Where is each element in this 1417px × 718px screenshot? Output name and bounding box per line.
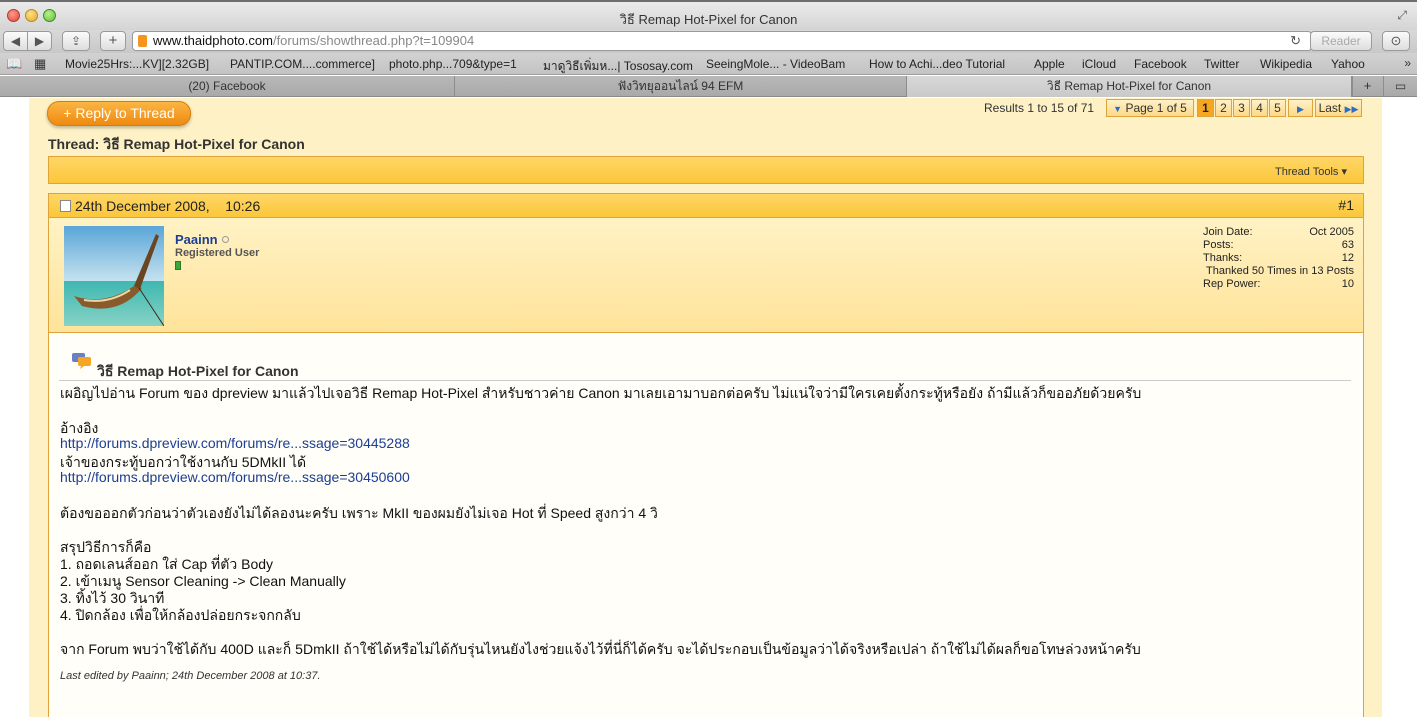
plus-icon: + <box>108 32 118 49</box>
forward-button[interactable]: ▶ <box>27 31 52 51</box>
stat-value: 12 <box>1341 252 1354 264</box>
title-divider <box>59 380 1351 381</box>
bookmark-item[interactable]: Movie25Hrs:...KV][2.32GB] <box>65 57 209 71</box>
thread-tools-menu[interactable]: Thread Tools ▾ <box>1275 165 1347 178</box>
post-text-line: เผอิญไปอ่าน Forum ของ dpreview มาแล้วไปเ… <box>60 385 1142 401</box>
page-link[interactable]: 4 <box>1251 99 1268 117</box>
forward-icon: ▶ <box>34 34 45 48</box>
user-stats: Join Date: Oct 2005 Posts: 63 Thanks: 12… <box>1203 226 1354 291</box>
stat-value: Oct 2005 <box>1309 226 1354 238</box>
post-date: 24th December 2008, 10:26 <box>75 198 260 214</box>
last-edited-note: Last edited by Paainn; 24th December 200… <box>60 670 321 682</box>
url-path: /forums/showthread.php?t=109904 <box>272 33 475 48</box>
thread-title: Thread: วิธี Remap Hot-Pixel for Canon <box>48 136 305 152</box>
fullscreen-icon[interactable]: ⤢ <box>1397 8 1407 23</box>
next-page-button[interactable]: ▶ <box>1288 99 1313 117</box>
more-bookmarks-icon[interactable]: » <box>1404 56 1411 70</box>
bookmark-item[interactable]: Twitter <box>1204 57 1239 71</box>
back-button[interactable]: ◀ <box>3 31 28 51</box>
grid-icon[interactable]: ▦ <box>34 56 46 72</box>
results-count: Results 1 to 15 of 71 <box>984 101 1095 115</box>
new-tab-button[interactable]: + <box>100 31 126 51</box>
post-text-line: จาก Forum พบว่าใช้ได้กับ 400D และก็ 5Dmk… <box>60 641 1141 657</box>
bookmark-item[interactable]: Yahoo <box>1331 57 1365 71</box>
post-text-line: 4. ปิดกล้อง เพื่อให้กล้องปล่อยกระจกกลับ <box>60 607 301 623</box>
stat-value: 63 <box>1341 239 1354 251</box>
bookmark-item[interactable]: iCloud <box>1082 57 1116 71</box>
post-speech-bubble-icon <box>72 353 91 369</box>
page-link-current[interactable]: 1 <box>1197 99 1214 117</box>
stat-label: Posts: <box>1203 239 1234 251</box>
post-time-text: 10:26 <box>225 198 261 214</box>
share-button[interactable]: ⇪ <box>62 31 90 51</box>
username-link[interactable]: Paainn <box>175 232 218 247</box>
avatar[interactable] <box>64 226 164 326</box>
bookmarks-bar: 📖 ▦ Movie25Hrs:...KV][2.32GB] PANTIP.COM… <box>0 53 1417 75</box>
last-page-label: Last <box>1318 101 1342 115</box>
download-icon: ⊙ <box>1390 33 1402 48</box>
back-icon: ◀ <box>10 34 21 48</box>
bookmark-item[interactable]: photo.php...709&type=1 <box>389 57 517 71</box>
tab-overview-icon[interactable]: ▭ <box>1383 76 1417 97</box>
user-info-box: Paainn Registered User Join Date: Oct 20… <box>49 218 1363 333</box>
page-link[interactable]: 2 <box>1215 99 1232 117</box>
double-arrow-icon: ▶▶ <box>1344 104 1359 114</box>
offline-status-icon <box>222 236 229 243</box>
address-bar[interactable]: www.thaidphoto.com/forums/showthread.php… <box>132 31 1312 51</box>
thread-tools-bar: Thread Tools ▾ <box>48 156 1364 184</box>
page-of-label: Page 1 of 5 <box>1125 101 1187 115</box>
post-select-checkbox[interactable] <box>60 200 71 212</box>
post-number-link[interactable]: #1 <box>1338 197 1354 213</box>
bookmark-item[interactable]: Apple <box>1034 57 1065 71</box>
page-jump-dropdown[interactable]: ▼ Page 1 of 5 <box>1106 99 1194 117</box>
stat-thanked: Thanked 50 Times in 13 Posts <box>1206 265 1354 277</box>
bookmark-item[interactable]: มาดูวิธีเพิ่มห...| Tososay.com <box>543 57 693 76</box>
stat-label: Rep Power: <box>1203 278 1261 290</box>
forum-post: 24th December 2008, 10:26 #1 Paainn Regi… <box>48 193 1364 718</box>
bookmark-item[interactable]: How to Achi...deo Tutorial <box>869 57 1005 71</box>
tab-efm-radio[interactable]: ฟังวิทยุออนไลน์ 94 EFM <box>455 76 907 97</box>
page-link[interactable]: 5 <box>1269 99 1286 117</box>
stat-thanks: Thanks: 12 <box>1203 252 1354 265</box>
dpreview-link[interactable]: http://forums.dpreview.com/forums/re...s… <box>60 469 410 485</box>
user-title: Registered User <box>175 247 260 259</box>
bookmark-item[interactable]: SeeingMole... - VideoBam <box>706 57 845 71</box>
bookmark-item[interactable]: Facebook <box>1134 57 1187 71</box>
stat-label: Join Date: <box>1203 226 1253 238</box>
browser-toolbar: ◀ ▶ ⇪ + www.thaidphoto.com/forums/showth… <box>0 30 1417 53</box>
post-text-line: ต้องขอออกตัวก่อนว่าตัวเองยังไม่ได้ลองนะค… <box>60 505 658 521</box>
stat-label: Thanks: <box>1203 252 1243 264</box>
reader-button[interactable]: Reader <box>1310 31 1372 51</box>
downloads-button[interactable]: ⊙ <box>1382 31 1410 51</box>
reputation-icon <box>175 261 181 270</box>
next-arrow-icon: ▶ <box>1297 104 1304 114</box>
bookmark-item[interactable]: PANTIP.COM....commerce] <box>230 57 375 71</box>
post-body: วิธี Remap Hot-Pixel for Canon เผอิญไปอ่… <box>49 334 1363 718</box>
stat-value: 10 <box>1341 278 1354 290</box>
post-header: 24th December 2008, 10:26 #1 <box>49 194 1363 218</box>
site-favicon-icon <box>138 35 147 47</box>
page-link[interactable]: 3 <box>1233 99 1250 117</box>
reload-icon[interactable]: ↻ <box>1290 32 1301 50</box>
bookmark-item[interactable]: Wikipedia <box>1260 57 1312 71</box>
reply-to-thread-button[interactable]: + Reply to Thread <box>47 101 191 126</box>
stat-rep-power: Rep Power: 10 <box>1203 278 1354 291</box>
window-titlebar: วิธี Remap Hot-Pixel for Canon ⤢ <box>0 0 1417 30</box>
stat-join-date: Join Date: Oct 2005 <box>1203 226 1354 239</box>
web-page: + Reply to Thread Results 1 to 15 of 71 … <box>0 98 1417 718</box>
tab-active-thread[interactable]: วิธี Remap Hot-Pixel for Canon <box>907 76 1352 97</box>
add-tab-icon[interactable]: + <box>1352 76 1382 97</box>
share-icon: ⇪ <box>70 34 82 48</box>
last-page-button[interactable]: Last ▶▶ <box>1315 99 1362 117</box>
post-date-text: 24th December 2008, <box>75 198 210 214</box>
dpreview-link[interactable]: http://forums.dpreview.com/forums/re...s… <box>60 435 410 451</box>
caret-down-icon: ▼ <box>1113 104 1123 114</box>
window-title: วิธี Remap Hot-Pixel for Canon <box>619 12 798 27</box>
tab-bar: (20) Facebook ฟังวิทยุออนไลน์ 94 EFM วิธ… <box>0 76 1417 97</box>
url-host: www.thaidphoto.com <box>153 33 273 48</box>
stat-posts: Posts: 63 <box>1203 239 1354 252</box>
book-icon[interactable]: 📖 <box>6 56 22 72</box>
tab-facebook[interactable]: (20) Facebook <box>0 76 455 97</box>
